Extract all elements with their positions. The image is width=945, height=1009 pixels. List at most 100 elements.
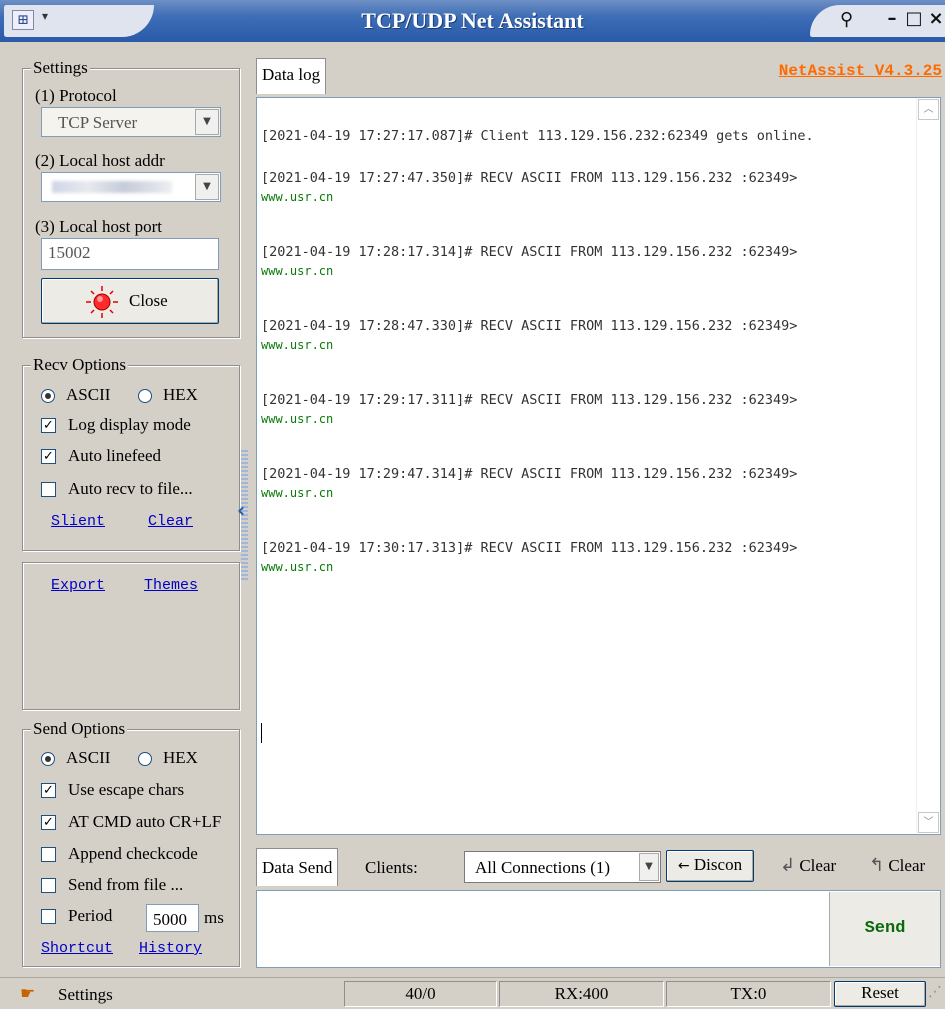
disconnect-button-label: Discon (693, 855, 743, 874)
log-entry-data: www.usr.cn (261, 190, 334, 204)
local-host-select[interactable]: ▼ (41, 172, 221, 202)
at-cmd-label: AT CMD auto CR+LF (68, 812, 222, 831)
window-controls: ⚲ – □ × (810, 5, 945, 37)
local-port-value: 15002 (48, 243, 91, 262)
clear-arrow-icon: ↲ (780, 855, 796, 876)
log-entry: [2021-04-19 17:27:47.350]# RECV ASCII FR… (261, 170, 914, 244)
send-from-file-checkbox[interactable] (41, 878, 56, 893)
protocol-select-value: TCP Server (58, 113, 138, 132)
scroll-down-icon[interactable]: ﹀ (918, 812, 939, 833)
reset-button[interactable]: Reset (834, 981, 926, 1007)
auto-linefeed-checkbox[interactable]: ✓ (41, 449, 56, 464)
recv-hex-label: HEX (163, 385, 198, 404)
append-checkcode-checkbox[interactable] (41, 847, 56, 862)
tab-data-log-label: Data log (262, 65, 321, 84)
log-entry: [2021-04-19 17:30:17.313]# RECV ASCII FR… (261, 540, 914, 614)
settings-hand-icon: ☛ (20, 984, 36, 1004)
recv-hex-radio[interactable] (138, 389, 152, 403)
chevron-down-icon[interactable]: ▼ (195, 174, 219, 200)
protocol-label: (1) Protocol (35, 86, 117, 105)
title-bar[interactable]: ⊞ ▾ TCP/UDP Net Assistant ⚲ – □ × (0, 0, 945, 42)
host-address-blurred (52, 181, 172, 193)
recv-clear-link[interactable]: Clear (148, 513, 193, 530)
at-cmd-checkbox[interactable]: ✓ (41, 815, 56, 830)
log-entries: [2021-04-19 17:27:17.087]# Client 113.12… (261, 128, 914, 614)
text-cursor (261, 723, 262, 743)
send-ascii-radio[interactable] (41, 752, 55, 766)
log-display-checkbox[interactable]: ✓ (41, 418, 56, 433)
protocol-select[interactable]: TCP Server ▼ (41, 107, 221, 137)
use-escape-label: Use escape chars (68, 780, 185, 799)
send-button[interactable]: Send (829, 892, 940, 966)
window-title: TCP/UDP Net Assistant (361, 8, 584, 33)
log-entry-data: www.usr.cn (261, 412, 334, 426)
clients-label: Clients: (365, 858, 418, 877)
log-entry-header: [2021-04-19 17:27:17.087]# Client 113.12… (261, 128, 814, 144)
log-entry-header: [2021-04-19 17:27:47.350]# RECV ASCII FR… (261, 170, 798, 186)
append-checkcode-label: Append checkcode (68, 844, 198, 863)
settings-group-title: Settings (31, 58, 90, 78)
maximize-button[interactable]: □ (902, 8, 926, 32)
clients-select[interactable]: All Connections (1) ▼ (464, 851, 661, 883)
close-button[interactable]: Close (41, 278, 219, 324)
log-entry-header: [2021-04-19 17:29:17.311]# RECV ASCII FR… (261, 392, 798, 408)
clear-up-arrow-icon: ↰ (869, 855, 885, 876)
close-button-label: Close (129, 291, 168, 310)
local-host-label: (2) Local host addr (35, 151, 165, 170)
log-entry: [2021-04-19 17:29:47.314]# RECV ASCII FR… (261, 466, 914, 540)
version-link[interactable]: NetAssist V4.3.25 (779, 62, 942, 80)
auto-recv-file-label: Auto recv to file... (68, 479, 193, 498)
tab-data-send[interactable]: Data Send (256, 848, 339, 886)
history-link[interactable]: History (139, 940, 202, 957)
auto-recv-file-checkbox[interactable] (41, 482, 56, 497)
send-from-file-label: Send from file ... (68, 875, 184, 894)
themes-link[interactable]: Themes (144, 577, 198, 594)
period-unit: ms (204, 908, 224, 927)
clear-send-label: Clear (799, 856, 837, 875)
tab-data-log[interactable]: Data log (256, 58, 327, 94)
log-scrollbar[interactable]: ︿ ﹀ (916, 98, 940, 834)
log-entry: [2021-04-19 17:29:17.311]# RECV ASCII FR… (261, 392, 914, 466)
data-log-area[interactable]: [2021-04-19 17:27:17.087]# Client 113.12… (256, 97, 941, 835)
recv-options-title: Recv Options (31, 355, 129, 375)
log-entry-header: [2021-04-19 17:28:17.314]# RECV ASCII FR… (261, 244, 798, 260)
silent-link[interactable]: Slient (51, 513, 105, 530)
resize-grip-icon[interactable]: ⋰ (928, 984, 942, 1000)
clear-counter-button[interactable]: ↰ Clear (869, 855, 925, 876)
minimize-button[interactable]: – (880, 8, 904, 32)
clear-counter-label: Clear (888, 856, 926, 875)
clear-send-button[interactable]: ↲ Clear (780, 855, 836, 876)
chevron-down-icon[interactable]: ▼ (195, 109, 219, 135)
status-rx: RX:400 (499, 981, 664, 1007)
scroll-up-icon[interactable]: ︿ (918, 99, 939, 120)
send-hex-label: HEX (163, 748, 198, 767)
period-value: 5000 (153, 910, 187, 929)
local-port-label: (3) Local host port (35, 217, 162, 236)
log-entry-data: www.usr.cn (261, 486, 334, 500)
log-entry-header: [2021-04-19 17:28:47.330]# RECV ASCII FR… (261, 318, 798, 334)
send-hex-radio[interactable] (138, 752, 152, 766)
export-link[interactable]: Export (51, 577, 105, 594)
auto-linefeed-label: Auto linefeed (68, 446, 161, 465)
log-entry: [2021-04-19 17:28:17.314]# RECV ASCII FR… (261, 244, 914, 318)
recv-ascii-radio[interactable] (41, 389, 55, 403)
arrow-left-icon: ← (677, 858, 690, 874)
period-checkbox[interactable] (41, 909, 56, 924)
log-entry-data: www.usr.cn (261, 560, 334, 574)
disconnect-button[interactable]: ← Discon (666, 850, 754, 882)
send-options-title: Send Options (31, 719, 128, 739)
close-window-button[interactable]: × (924, 8, 945, 32)
pin-icon[interactable]: ⚲ (840, 9, 853, 30)
log-entry-header: [2021-04-19 17:29:47.314]# RECV ASCII FR… (261, 466, 798, 482)
period-input[interactable]: 5000 (146, 904, 199, 932)
shortcut-link[interactable]: Shortcut (41, 940, 113, 957)
recv-ascii-label: ASCII (66, 385, 111, 404)
status-settings-label[interactable]: Settings (58, 985, 113, 1005)
status-counter: 40/0 (344, 981, 497, 1007)
local-port-input[interactable]: 15002 (41, 238, 219, 270)
log-entry-data: www.usr.cn (261, 338, 334, 352)
log-entry: [2021-04-19 17:28:47.330]# RECV ASCII FR… (261, 318, 914, 392)
chevron-down-icon[interactable]: ▼ (639, 853, 659, 881)
collapse-arrow-icon[interactable]: ‹ (237, 498, 245, 522)
use-escape-checkbox[interactable]: ✓ (41, 783, 56, 798)
